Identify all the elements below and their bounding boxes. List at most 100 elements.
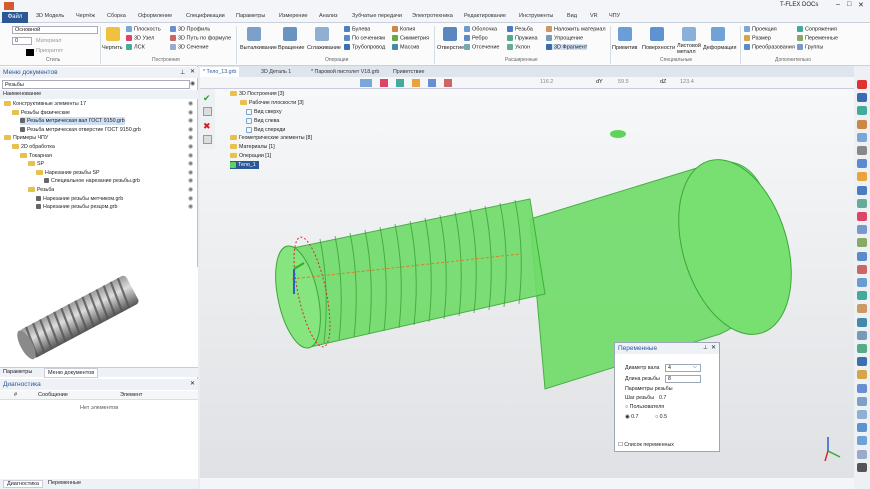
- right-tool-icon[interactable]: [857, 172, 867, 182]
- material-select[interactable]: Материал: [36, 38, 62, 44]
- model-tree-item[interactable]: Вид спереди: [246, 126, 285, 134]
- diagnostics-close-icon[interactable]: ✕: [190, 380, 195, 387]
- right-tool-icon[interactable]: [857, 410, 867, 419]
- visibility-eye-icon[interactable]: ◉: [188, 177, 193, 184]
- model-tree-item[interactable]: Геометрические элементы [8]: [230, 134, 312, 142]
- right-tool-icon[interactable]: [857, 225, 867, 235]
- right-tool-icon[interactable]: [857, 185, 867, 195]
- thread-length-field[interactable]: 8: [665, 375, 701, 383]
- apply-material-button[interactable]: Наложить материал: [546, 26, 606, 32]
- visibility-eye-icon[interactable]: ◉: [188, 152, 193, 159]
- lcs-button[interactable]: ЛСК: [126, 44, 145, 50]
- close-button[interactable]: ✕: [858, 1, 864, 9]
- right-tool-icon[interactable]: [857, 317, 867, 327]
- tab-diagnostics[interactable]: Диагностика: [3, 480, 43, 488]
- doc-tab-steam-pistol[interactable]: * Паровой пистолет V18.grb: [308, 67, 382, 77]
- dimension-button[interactable]: Размер: [744, 35, 771, 41]
- doc-tree-item[interactable]: Конструктивные элементы 17: [4, 100, 86, 108]
- right-tool-icon[interactable]: [857, 357, 867, 367]
- visibility-eye-icon[interactable]: ◉: [188, 100, 193, 107]
- right-tool-icon[interactable]: [857, 251, 867, 261]
- doc-tree-item[interactable]: 2D обработка: [12, 143, 55, 151]
- menu-tools[interactable]: Инструменты: [519, 13, 553, 19]
- menu-vr[interactable]: VR: [590, 13, 598, 19]
- menu-3d-model[interactable]: 3D Модель: [36, 13, 64, 19]
- array-button[interactable]: Массив: [392, 44, 419, 50]
- right-tool-icon[interactable]: [857, 264, 867, 274]
- menu-assembly[interactable]: Сборка: [107, 13, 126, 19]
- view-tool-icons[interactable]: [360, 79, 560, 87]
- extrude-button[interactable]: Выталкивание: [240, 45, 277, 51]
- right-tool-icon[interactable]: [857, 238, 867, 248]
- simplify-button[interactable]: Упрощение: [546, 35, 583, 41]
- right-tool-icon[interactable]: [857, 119, 867, 129]
- smoothing-button[interactable]: Сглаживание: [307, 45, 341, 51]
- right-tool-icon[interactable]: [857, 462, 867, 472]
- visibility-eye-icon[interactable]: ◉: [188, 143, 193, 150]
- doc-tree-item[interactable]: Нарезание резьбы метчиком.grb: [36, 195, 123, 203]
- loft-button[interactable]: По сечениям: [344, 35, 385, 41]
- 3d-fragment-button[interactable]: 3D Фрагмент: [546, 44, 588, 51]
- model-tree-item[interactable]: Вид сверху: [246, 108, 282, 116]
- 3d-path-formula-button[interactable]: 3D Путь по формуле: [170, 35, 231, 41]
- doc-tab-welcome[interactable]: Приветствие: [390, 67, 427, 77]
- doc-tree-item[interactable]: Резьба: [28, 186, 54, 194]
- projection-button[interactable]: Проекция: [744, 26, 777, 32]
- visibility-eye-icon[interactable]: ◉: [188, 195, 193, 202]
- shell-button[interactable]: Оболочка: [464, 26, 497, 32]
- right-tool-icon[interactable]: [857, 330, 867, 340]
- visibility-eye-icon[interactable]: ◉: [188, 169, 193, 176]
- chevron-down-icon[interactable]: ⌵: [693, 364, 697, 370]
- step-option-2[interactable]: ○ 0.5: [655, 414, 667, 420]
- visibility-eye-icon[interactable]: ◉: [188, 117, 193, 124]
- visibility-eye-icon[interactable]: ◉: [188, 109, 193, 116]
- menu-parameters[interactable]: Параметры: [236, 13, 265, 19]
- right-tool-icon[interactable]: [857, 396, 867, 406]
- sketch-button[interactable]: Чертить: [102, 45, 123, 51]
- doc-tab-3d-part[interactable]: 3D Деталь 1: [258, 67, 294, 77]
- documents-filter-input[interactable]: Резьбы: [2, 80, 190, 89]
- right-tool-icon[interactable]: [857, 198, 867, 208]
- menu-drawing[interactable]: Чертёж: [76, 13, 95, 19]
- variables-button[interactable]: Переменные: [797, 35, 838, 41]
- menu-editing[interactable]: Редактирование: [464, 13, 506, 19]
- menu-measure[interactable]: Измерение: [279, 13, 308, 19]
- pipeline-button[interactable]: Трубопровод: [344, 44, 385, 50]
- doc-tree-item[interactable]: Примеры ЧПУ: [4, 134, 48, 142]
- thread-button[interactable]: Резьба: [507, 26, 533, 32]
- transformations-button[interactable]: Преобразования: [744, 44, 795, 50]
- file-menu-button[interactable]: Файл: [2, 12, 28, 23]
- tab-variables[interactable]: Переменные: [48, 480, 81, 486]
- doc-tree-item[interactable]: Резьба метрическая вал ГОСТ 9150.grb: [20, 117, 125, 126]
- model-tree-item[interactable]: Вид слева: [246, 117, 279, 125]
- 3d-section-button[interactable]: 3D Сечение: [170, 44, 209, 50]
- 3d-profile-button[interactable]: 3D Профиль: [170, 26, 210, 32]
- visibility-eye-icon[interactable]: ◉: [188, 160, 193, 167]
- color-swatch[interactable]: [26, 49, 34, 56]
- level-field[interactable]: 0: [12, 37, 32, 45]
- right-tool-icon[interactable]: [857, 370, 867, 380]
- maximize-button[interactable]: □: [847, 1, 851, 8]
- tab-documents-menu[interactable]: Меню документов: [44, 368, 99, 378]
- spring-button[interactable]: Пружина: [507, 35, 538, 41]
- right-tool-icon[interactable]: [857, 80, 867, 89]
- right-tool-icon[interactable]: [857, 278, 867, 287]
- doc-tree-item[interactable]: Токарная: [20, 152, 52, 160]
- groups-button[interactable]: Группы: [797, 44, 823, 50]
- doc-tree-item[interactable]: Специальное нарезание резьбы.grb: [44, 177, 140, 185]
- menu-view[interactable]: Вид: [567, 13, 577, 19]
- menu-electro[interactable]: Электротехника: [412, 13, 453, 19]
- cut-button[interactable]: Отсечение: [464, 44, 499, 50]
- menu-cnc[interactable]: ЧПУ: [609, 13, 620, 19]
- model-tree-item[interactable]: Операции [1]: [230, 152, 271, 160]
- doc-tree-item[interactable]: Нарезание резьбы резцом.grb: [36, 203, 117, 211]
- right-tool-icon[interactable]: [857, 449, 867, 459]
- cancel-icon[interactable]: ✖: [203, 121, 212, 131]
- revolve-button[interactable]: Вращение: [278, 45, 304, 51]
- 3d-node-button[interactable]: 3D Узел: [126, 35, 154, 41]
- rib-button[interactable]: Ребро: [464, 35, 488, 41]
- menu-specifications[interactable]: Спецификации: [186, 13, 225, 19]
- right-tool-icon[interactable]: [857, 106, 867, 116]
- confirm-icon[interactable]: ✔: [203, 93, 212, 103]
- model-tree-item-selected[interactable]: Тело_1: [230, 161, 259, 169]
